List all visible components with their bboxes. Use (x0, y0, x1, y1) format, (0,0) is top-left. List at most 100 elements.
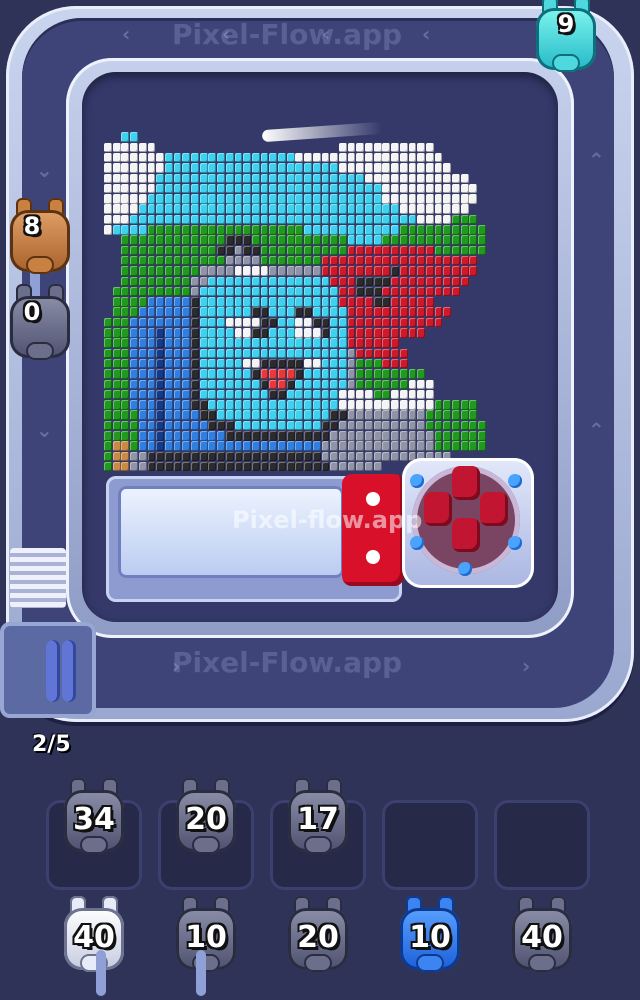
pixel-block (199, 163, 208, 173)
pixel-block (330, 441, 339, 451)
pixel-block (225, 307, 234, 317)
pixel-block (391, 420, 399, 431)
pixel-block (251, 266, 260, 276)
pixel-block (365, 410, 373, 420)
pig-shooter[interactable]: 20 (282, 894, 354, 980)
pixel-block (373, 266, 382, 276)
pixel-block (365, 183, 373, 194)
pixel-block (130, 431, 138, 441)
pixel-block (225, 204, 234, 214)
pixel-block (321, 328, 330, 338)
pixel-block (208, 183, 217, 194)
pixel-block (304, 369, 312, 379)
pixel-block (304, 379, 312, 389)
spool (62, 640, 76, 702)
pixel-block (104, 338, 112, 348)
pixel-block (312, 163, 321, 173)
pixel-block (365, 204, 373, 214)
pixel-block (121, 389, 130, 400)
pig-shooter[interactable]: 40 (506, 894, 578, 980)
pixel-block (130, 348, 138, 359)
belt-pig[interactable]: 9 (530, 0, 602, 80)
pixel-block (347, 379, 356, 389)
belt-pig[interactable]: 0 (4, 282, 76, 368)
pixel-block (434, 431, 443, 441)
spawner-pig (452, 518, 480, 552)
pixel-block (452, 204, 460, 214)
pixel-block (443, 286, 452, 297)
pixel-block (408, 245, 417, 256)
pixel-block (312, 451, 321, 462)
pixel-block (104, 431, 112, 441)
pixel-block (391, 400, 399, 410)
pixel-block (434, 441, 443, 451)
pixel-block (460, 441, 469, 451)
pixel-block (199, 152, 208, 163)
pixel-block (478, 225, 486, 235)
pixel-block (356, 307, 365, 317)
pixel-block (112, 389, 121, 400)
pixel-block (434, 307, 443, 317)
pixel-block (391, 441, 399, 451)
pixel-block (356, 369, 365, 379)
pig-shooter[interactable]: 10 (394, 894, 466, 980)
pixel-block (243, 194, 252, 204)
pixel-block (373, 183, 382, 194)
pixel-block (251, 194, 260, 204)
pixel-block (138, 338, 147, 348)
pixel-block (130, 142, 138, 153)
pixel-block (234, 214, 243, 225)
pixel-block (295, 431, 304, 441)
pixel-block (208, 379, 217, 389)
pixel-block (399, 142, 408, 153)
pig-shooter[interactable]: 40 (58, 894, 130, 980)
pixel-block (156, 400, 165, 410)
pixel-block (478, 441, 486, 451)
pixel-block (225, 358, 234, 369)
pixel-block (312, 255, 321, 266)
pixel-block (138, 307, 147, 317)
pixel-block (147, 358, 156, 369)
pixel-block (104, 389, 112, 400)
pixel-block (469, 183, 478, 194)
pixel-block (330, 328, 339, 338)
pixel-block (391, 235, 399, 245)
pixel-block (199, 235, 208, 245)
chevron-right-icon: › (522, 654, 531, 678)
belt-pig[interactable]: 8 (4, 196, 76, 282)
pixel-block (112, 431, 121, 441)
pixel-block (156, 214, 165, 225)
pixel-block (399, 266, 408, 276)
pixel-block (382, 348, 391, 359)
pixel-block (112, 142, 121, 153)
pixel-block (234, 183, 243, 194)
pixel-block (191, 286, 199, 297)
pixel-block (217, 286, 225, 297)
pixel-block (234, 152, 243, 163)
pixel-block (321, 286, 330, 297)
pixel-block (217, 379, 225, 389)
pig-shooter[interactable]: 17 (282, 776, 354, 862)
pig-count: 20 (297, 920, 339, 955)
pixel-block (130, 132, 138, 142)
pig-shooter[interactable]: 10 (170, 894, 242, 980)
pixel-block (304, 245, 312, 256)
spawner-light (410, 474, 424, 488)
pixel-block (286, 451, 295, 462)
pixel-block (243, 204, 252, 214)
pixel-block (138, 286, 147, 297)
pixel-block (356, 173, 365, 183)
pig-shooter[interactable]: 34 (58, 776, 130, 862)
pixel-block (382, 152, 391, 163)
pixel-block (164, 317, 173, 328)
pig-shooter[interactable]: 20 (170, 776, 242, 862)
pixel-art-canvas[interactable] (104, 122, 494, 472)
pixel-block (321, 194, 330, 204)
pixel-block (182, 338, 191, 348)
pixel-block (295, 214, 304, 225)
pixel-block (138, 328, 147, 338)
pixel-block (365, 266, 373, 276)
pixel-block (191, 266, 199, 276)
pixel-block (234, 328, 243, 338)
pixel-block (425, 400, 434, 410)
